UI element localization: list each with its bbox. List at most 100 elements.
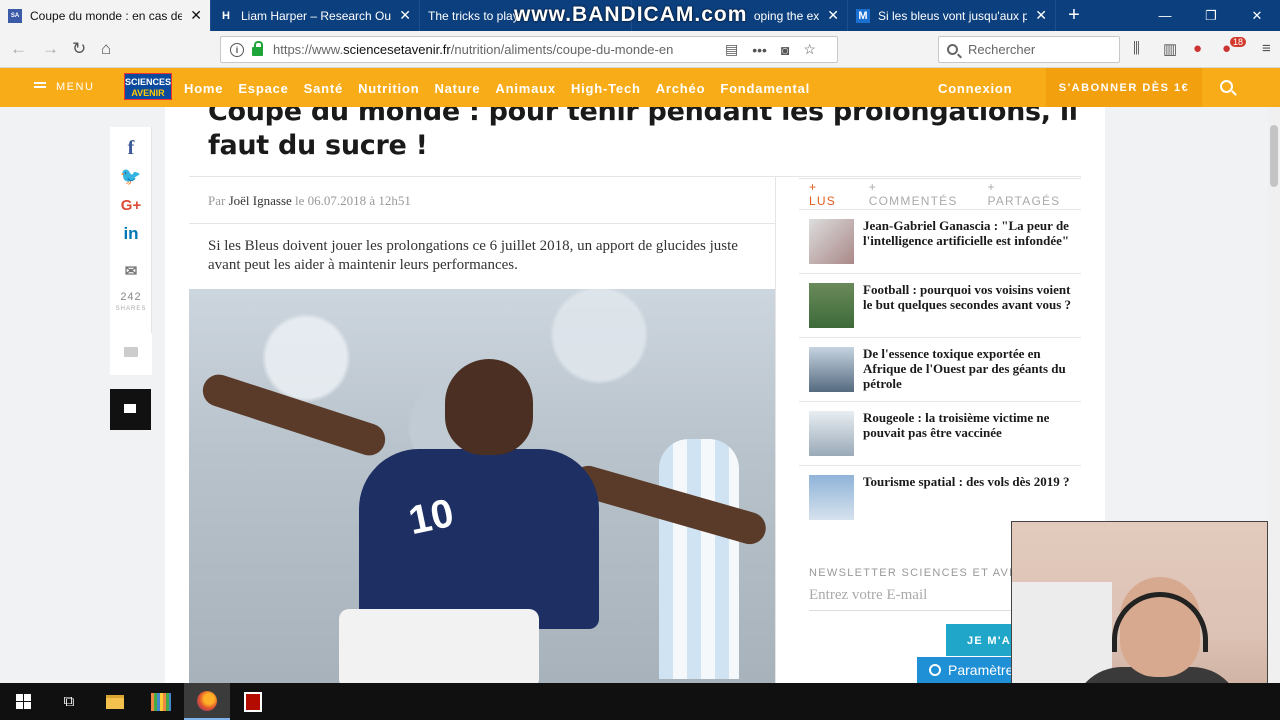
close-tab-icon[interactable]: ✕: [1035, 7, 1047, 24]
back-arrow-icon[interactable]: ←: [10, 39, 27, 59]
window-controls: — ❐ ✕: [1142, 0, 1280, 31]
photo-shorts: [339, 609, 539, 683]
newsletter-label: NEWSLETTER SCIENCES ET AVENIR: [809, 567, 1011, 579]
site-header: MENU SCIENCES AVENIR Home Espace Santé N…: [0, 68, 1280, 107]
linkedin-icon[interactable]: in: [110, 224, 152, 244]
list-item[interactable]: Jean-Gabriel Ganascia : "La peur de l'in…: [799, 210, 1081, 274]
share-bar: f 🐦 G+ in ✉ 242 SHARES: [110, 127, 152, 345]
newsletter-email-input[interactable]: Entrez votre E-mail: [809, 587, 1011, 604]
nav-animaux[interactable]: Animaux: [495, 81, 556, 96]
item-thumbnail: [809, 411, 854, 456]
close-tab-icon[interactable]: ✕: [190, 7, 202, 24]
new-tab-button[interactable]: +: [1056, 0, 1092, 31]
search-bar[interactable]: Rechercher: [938, 36, 1120, 63]
list-item[interactable]: Football : pourquoi vos voisins voient l…: [799, 274, 1081, 338]
google-plus-icon[interactable]: G+: [110, 197, 152, 214]
home-icon[interactable]: ⌂: [101, 39, 111, 59]
nav-high-tech[interactable]: High-Tech: [571, 81, 641, 96]
restore-icon[interactable]: ❐: [1188, 0, 1234, 31]
article-photo: 10: [189, 289, 775, 683]
newsletter-input-underline: [809, 610, 1011, 611]
page-actions-icon[interactable]: •••: [752, 42, 767, 58]
extension-icon[interactable]: ●: [1193, 40, 1202, 57]
close-window-icon[interactable]: ✕: [1234, 0, 1280, 31]
url-bar[interactable]: i https://www.sciencesetavenir.fr/nutrit…: [220, 36, 838, 63]
photo-player-head: [445, 359, 533, 455]
windows-taskbar: ⧉: [0, 683, 1280, 720]
tab-most-read[interactable]: + LUS: [809, 180, 847, 208]
info-icon[interactable]: i: [230, 42, 244, 57]
reader-view-icon[interactable]: ▤: [725, 41, 738, 58]
photo-jersey: 10: [359, 449, 599, 629]
article-title: Coupe du monde : pour tenir pendant les …: [208, 107, 1078, 161]
item-thumbnail: [809, 475, 854, 520]
newsletter-subscribe-button[interactable]: JE M'ABONNE: [946, 624, 1011, 656]
list-item[interactable]: De l'essence toxique exportée en Afrique…: [799, 338, 1081, 402]
byline: Par Joël Ignasse le 06.07.2018 à 12h51: [208, 193, 411, 208]
settings-button[interactable]: Paramètres: [917, 657, 1011, 683]
list-item[interactable]: Rougeole : la troisième victime ne pouva…: [799, 402, 1081, 466]
close-tab-icon[interactable]: ✕: [399, 7, 411, 24]
hamburger-icon: [34, 86, 46, 88]
file-explorer-icon[interactable]: [92, 683, 138, 720]
tab-si-les-bleus[interactable]: M Si les bleus vont jusqu'aux prol ✕: [848, 0, 1056, 31]
hamburger-menu-icon[interactable]: ≡: [1262, 40, 1271, 57]
item-thumbnail: [809, 219, 854, 264]
nav-nutrition[interactable]: Nutrition: [358, 81, 419, 96]
forward-arrow-icon[interactable]: →: [42, 39, 59, 59]
site-logo[interactable]: SCIENCES AVENIR: [124, 73, 172, 100]
nav-home[interactable]: Home: [184, 81, 223, 96]
tab-most-commented[interactable]: + COMMENTÉS: [869, 180, 966, 208]
close-tab-icon[interactable]: ✕: [827, 7, 839, 24]
tab-most-shared[interactable]: + PARTAGÉS: [987, 180, 1069, 208]
bookmark-star-icon[interactable]: ☆: [803, 41, 816, 58]
tab-coupe-du-monde[interactable]: SA Coupe du monde : en cas de p ✕: [0, 0, 211, 31]
login-link[interactable]: Connexion: [938, 81, 1012, 96]
task-view-icon[interactable]: ⧉: [46, 683, 92, 720]
tab-liam-harper[interactable]: H Liam Harper – Research Outpu ✕: [211, 0, 420, 31]
reload-icon[interactable]: ↻: [72, 39, 86, 59]
windows-logo-icon: [15, 694, 31, 709]
firefox-icon[interactable]: [184, 683, 230, 720]
menu-button[interactable]: MENU: [34, 81, 94, 93]
author-link[interactable]: Joël Ignasse: [229, 193, 292, 208]
sidebar-tabs: + LUS + COMMENTÉS + PARTAGÉS: [799, 178, 1081, 210]
scrollbar[interactable]: [1268, 107, 1280, 683]
library-app-icon[interactable]: [138, 683, 184, 720]
start-button[interactable]: [0, 683, 46, 720]
h-favicon-icon: H: [222, 9, 230, 22]
gear-icon: [929, 664, 941, 676]
pocket-icon[interactable]: ◙: [781, 42, 789, 58]
minimize-icon[interactable]: —: [1142, 0, 1188, 31]
print-icon: [124, 347, 138, 357]
share-count: 242: [120, 291, 142, 303]
nav-fondamental[interactable]: Fondamental: [720, 81, 810, 96]
site-search-icon[interactable]: [1220, 80, 1233, 93]
divider: [189, 223, 775, 224]
subscribe-button[interactable]: S'ABONNER DÈS 1€: [1046, 68, 1202, 107]
url-text[interactable]: https://www.sciencesetavenir.fr/nutritio…: [273, 42, 713, 57]
article-lead: Si les Bleus doivent jouer les prolongat…: [208, 238, 738, 273]
nav-espace[interactable]: Espace: [238, 81, 288, 96]
browser-nav-bar: ← → ↻ ⌂ i https://www.sciencesetavenir.f…: [0, 31, 1280, 68]
comment-icon: [124, 404, 136, 413]
facebook-icon[interactable]: f: [110, 137, 152, 160]
nav-sante[interactable]: Santé: [304, 81, 343, 96]
search-icon: [947, 44, 958, 55]
library-icon[interactable]: ⫼: [1133, 40, 1140, 57]
photo-argentina-player: [659, 439, 739, 679]
jersey-number: 10: [404, 490, 458, 544]
comment-button[interactable]: [110, 389, 151, 430]
print-button[interactable]: [110, 333, 152, 375]
nav-archeo[interactable]: Archéo: [656, 81, 706, 96]
sidebar-icon[interactable]: ▥: [1163, 40, 1177, 58]
extension-badge: 18: [1230, 37, 1247, 47]
scrollbar-thumb[interactable]: [1270, 125, 1278, 187]
email-icon[interactable]: ✉: [110, 262, 152, 280]
pdf-reader-icon[interactable]: [230, 683, 276, 720]
nav-nature[interactable]: Nature: [434, 81, 480, 96]
title-box: Coupe du monde : pour tenir pendant les …: [189, 107, 1081, 177]
item-thumbnail: [809, 347, 854, 392]
twitter-icon[interactable]: 🐦: [110, 167, 152, 187]
lock-icon: [252, 41, 263, 56]
